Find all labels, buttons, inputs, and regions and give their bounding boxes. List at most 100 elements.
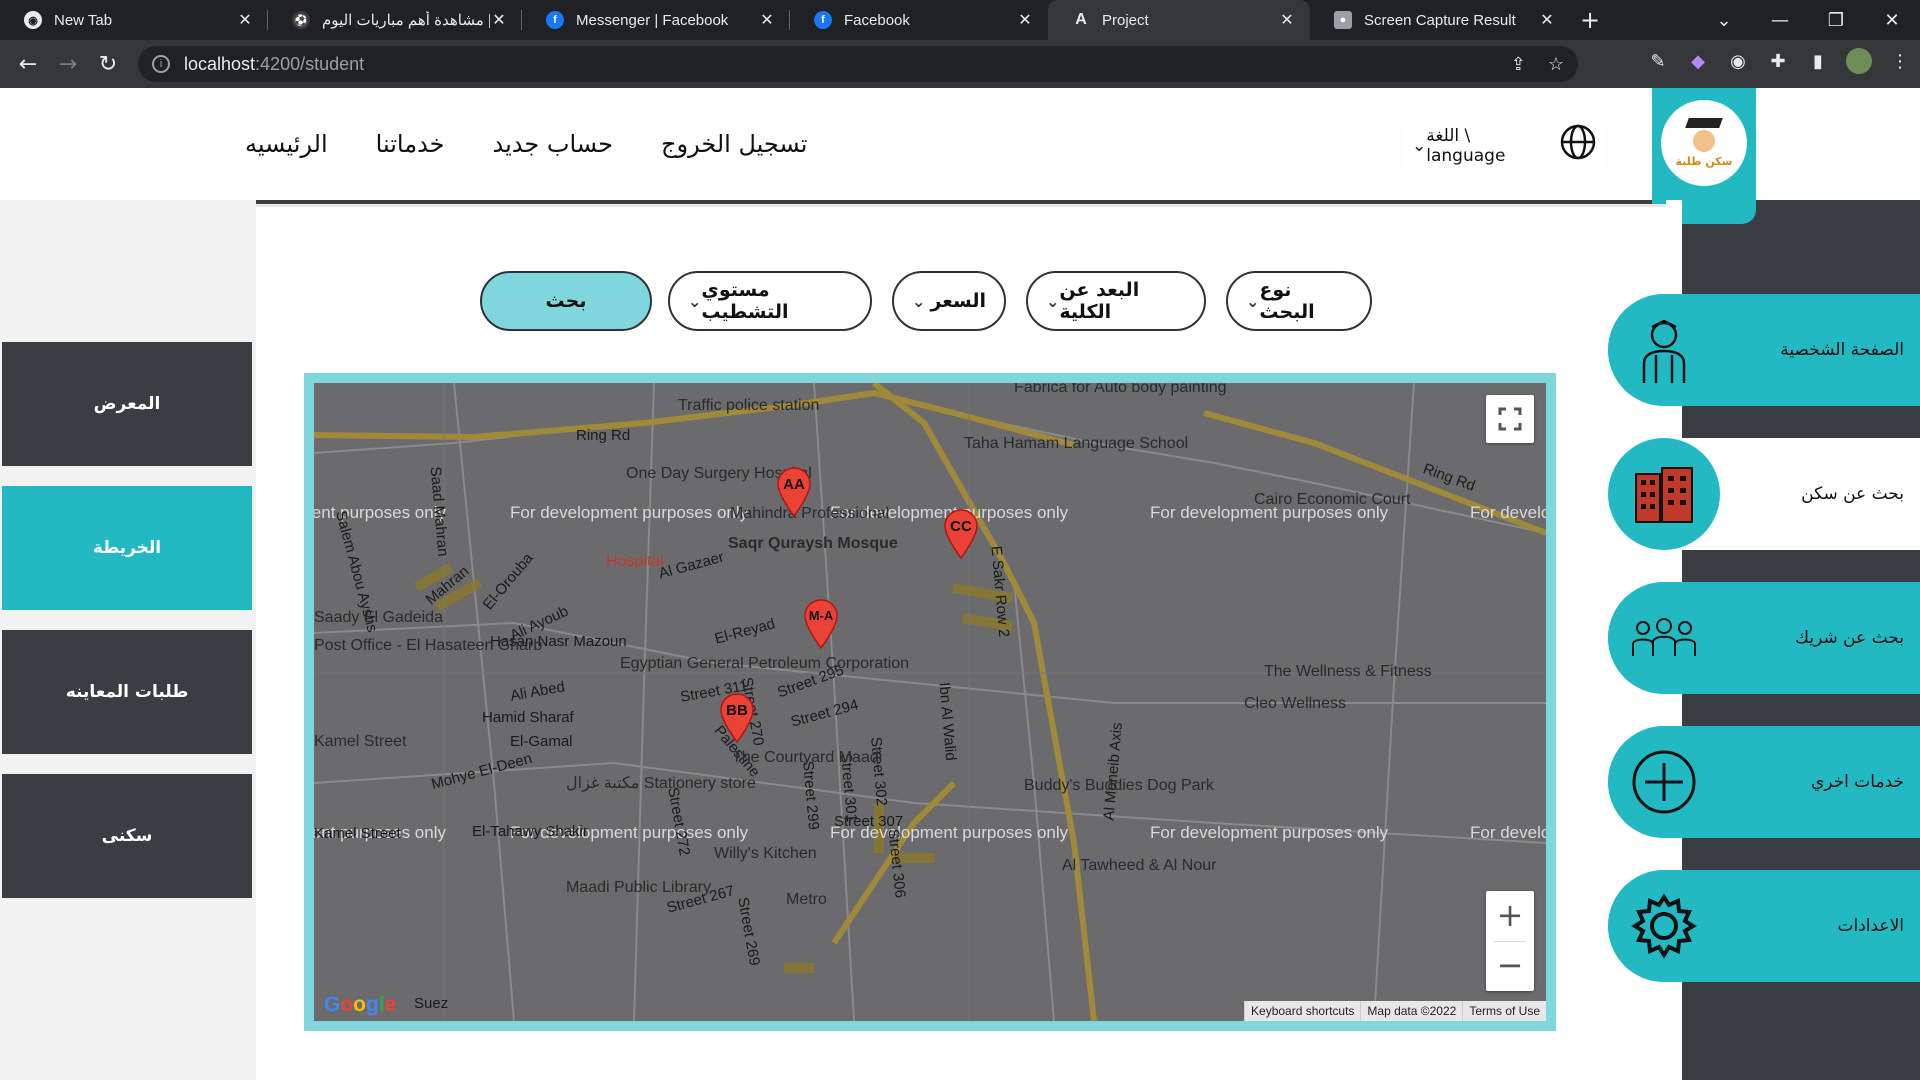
site-info-icon[interactable]: i — [152, 55, 170, 73]
nav-logout[interactable]: تسجيل الخروج — [661, 130, 807, 158]
place-label: Willy's Kitchen — [714, 845, 817, 862]
right-item-find-housing[interactable]: بحث عن سكن — [1608, 438, 1920, 550]
map-pin-aa[interactable]: AA — [777, 467, 811, 518]
address-bar-row: ← → ↻ i localhost:4200/student ⇪ ☆ ✎ ◆ ◉ … — [0, 40, 1920, 88]
place-label: The Courtyard Maadi — [732, 749, 883, 766]
browser-tab-strip: ◉ New Tab ✕ ⚽ مشاهدة أهم مباريات اليوم |… — [0, 0, 1920, 40]
close-tab-icon[interactable]: ✕ — [236, 10, 254, 30]
app-root: الرئيسيه خدماتنا حساب جديد تسجيل الخروج … — [0, 88, 1920, 1080]
chevron-down-icon: ⌄ — [912, 291, 926, 311]
chevron-down-icon: ⌄ — [1246, 291, 1260, 311]
camera-icon: ● — [1334, 11, 1352, 29]
back-arrow-icon[interactable]: ← — [8, 52, 48, 77]
left-item-map[interactable]: الخريطة — [2, 486, 252, 610]
site-header: الرئيسيه خدماتنا حساب جديد تسجيل الخروج … — [0, 88, 1920, 224]
place-label: Traffic police station — [678, 397, 820, 414]
left-item-viewing-requests[interactable]: طلبات المعاينه — [2, 630, 252, 754]
forward-arrow-icon[interactable]: → — [48, 52, 88, 77]
facebook-icon: f — [546, 11, 564, 29]
road-label: Suez — [414, 995, 449, 1012]
bookmark-star-icon[interactable]: ☆ — [1548, 54, 1564, 75]
building-icon — [1608, 438, 1720, 550]
facebook-icon: f — [814, 11, 832, 29]
main-panel: بحث ⌄ مستوي التشطيب ⌄ السعر ⌄ البعد عن ا… — [256, 204, 1666, 1080]
browser-tab-new-tab[interactable]: ◉ New Tab ✕ — [0, 0, 268, 40]
browser-tab-sports[interactable]: ⚽ مشاهدة أهم مباريات اليوم |... ✕ — [268, 0, 522, 40]
google-map[interactable]: For development purposes only For develo… — [314, 383, 1546, 1021]
nav-register[interactable]: حساب جديد — [493, 130, 614, 158]
nav-home[interactable]: الرئيسيه — [245, 130, 328, 158]
distance-dropdown[interactable]: ⌄ البعد عن الكلية — [1026, 271, 1206, 331]
close-window-icon[interactable]: ✕ — [1864, 10, 1920, 31]
map-attribution: Keyboard shortcuts Map data ©2022 Terms … — [1244, 1001, 1546, 1021]
profile-avatar[interactable] — [1846, 48, 1872, 74]
map-frame: For development purposes only For develo… — [304, 373, 1556, 1031]
browser-tab-facebook[interactable]: f Facebook ✕ — [790, 0, 1048, 40]
pen-extension-icon[interactable]: ✎ — [1646, 51, 1670, 72]
road-label: El-Gamal — [510, 733, 573, 750]
zoom-control: + − — [1486, 891, 1534, 991]
map-data-label: Map data ©2022 — [1360, 1001, 1462, 1021]
keyboard-shortcuts-link[interactable]: Keyboard shortcuts — [1244, 1001, 1360, 1021]
close-tab-icon[interactable]: ✕ — [1016, 10, 1034, 30]
finishing-level-dropdown[interactable]: ⌄ مستوي التشطيب — [668, 271, 872, 331]
graduation-cap-icon — [1685, 118, 1723, 128]
reload-icon[interactable]: ↻ — [88, 52, 128, 77]
chrome-icon: ◉ — [24, 11, 42, 29]
price-dropdown[interactable]: ⌄ السعر — [892, 271, 1006, 331]
left-item-my-housing[interactable]: سكنى — [2, 774, 252, 898]
map-pin-bb[interactable]: BB — [720, 693, 754, 744]
tab-search-chevron-icon[interactable]: ⌄ — [1696, 10, 1752, 31]
search-button[interactable]: بحث — [480, 271, 652, 331]
browser-tab-screen-capture[interactable]: ● Screen Capture Result ✕ — [1310, 0, 1570, 40]
zoom-out-button[interactable]: − — [1486, 941, 1534, 991]
puzzle-icon[interactable]: ✚ — [1766, 51, 1790, 72]
place-label: Saady El Gadeida — [314, 609, 443, 626]
place-label: Buddy's Buddies Dog Park — [1024, 777, 1214, 794]
right-item-other-services[interactable]: خدمات اخري — [1608, 726, 1920, 838]
place-label: Cleo Wellness — [1244, 695, 1346, 712]
browser-tab-project[interactable]: A Project ✕ — [1048, 0, 1310, 40]
close-tab-icon[interactable]: ✕ — [1278, 10, 1296, 30]
map-pin-cc[interactable]: CC — [944, 509, 978, 560]
right-item-profile[interactable]: الصفحة الشخصية — [1608, 294, 1920, 406]
camera-extension-icon[interactable]: ◉ — [1726, 51, 1750, 72]
student-profile-icon — [1608, 294, 1720, 406]
zoom-in-button[interactable]: + — [1486, 891, 1534, 941]
share-icon[interactable]: ⇪ — [1511, 54, 1526, 75]
fullscreen-button[interactable] — [1486, 395, 1534, 443]
search-type-dropdown[interactable]: ⌄ نوع البحث — [1226, 271, 1372, 331]
close-tab-icon[interactable]: ✕ — [490, 10, 508, 30]
terms-of-use-link[interactable]: Terms of Use — [1462, 1001, 1546, 1021]
language-label: اللغة \ language — [1426, 126, 1506, 166]
plus-circle-icon — [1608, 726, 1720, 838]
purple-extension-icon[interactable]: ◆ — [1686, 51, 1710, 72]
side-panel-icon[interactable]: ▮ — [1806, 51, 1830, 72]
left-item-gallery[interactable]: المعرض — [2, 342, 252, 466]
place-label: Egyptian General Petroleum Corporation — [620, 655, 910, 672]
place-label: Fabrica for Auto body painting — [1014, 383, 1227, 396]
browser-tab-messenger[interactable]: f Messenger | Facebook ✕ — [522, 0, 790, 40]
road-label: El-Tahawy Shakir — [472, 823, 588, 840]
place-label: Al Tawheed & Al Nour — [1062, 857, 1217, 874]
chevron-down-icon: ⌄ — [1412, 136, 1427, 156]
site-logo[interactable]: سكن طلبة — [1661, 100, 1747, 186]
new-tab-plus-icon[interactable]: + — [1570, 6, 1610, 34]
kebab-menu-icon[interactable]: ⋮ — [1888, 51, 1912, 72]
url-field[interactable]: i localhost:4200/student ⇪ ☆ — [138, 46, 1578, 82]
nav-services[interactable]: خدماتنا — [376, 130, 445, 158]
dev-watermark: For development purposes only — [1470, 503, 1546, 522]
road-label: Street 307 — [834, 813, 904, 830]
place-label: Kamel Street — [314, 733, 407, 750]
angular-icon: A — [1075, 11, 1087, 28]
extensions-bar: ✎ ◆ ◉ ✚ ▮ ⋮ — [1646, 48, 1912, 74]
road-label: Hamid Sharaf — [482, 709, 574, 726]
restore-icon[interactable]: ❐ — [1808, 10, 1864, 31]
map-pin-ma[interactable]: M-A — [804, 599, 838, 650]
right-item-settings[interactable]: الاعدادات — [1608, 870, 1920, 982]
right-item-find-partner[interactable]: بحث عن شريك — [1608, 582, 1920, 694]
close-tab-icon[interactable]: ✕ — [1538, 10, 1556, 30]
minimize-icon[interactable]: — — [1752, 10, 1808, 31]
close-tab-icon[interactable]: ✕ — [758, 10, 776, 30]
fullscreen-icon — [1498, 407, 1522, 431]
